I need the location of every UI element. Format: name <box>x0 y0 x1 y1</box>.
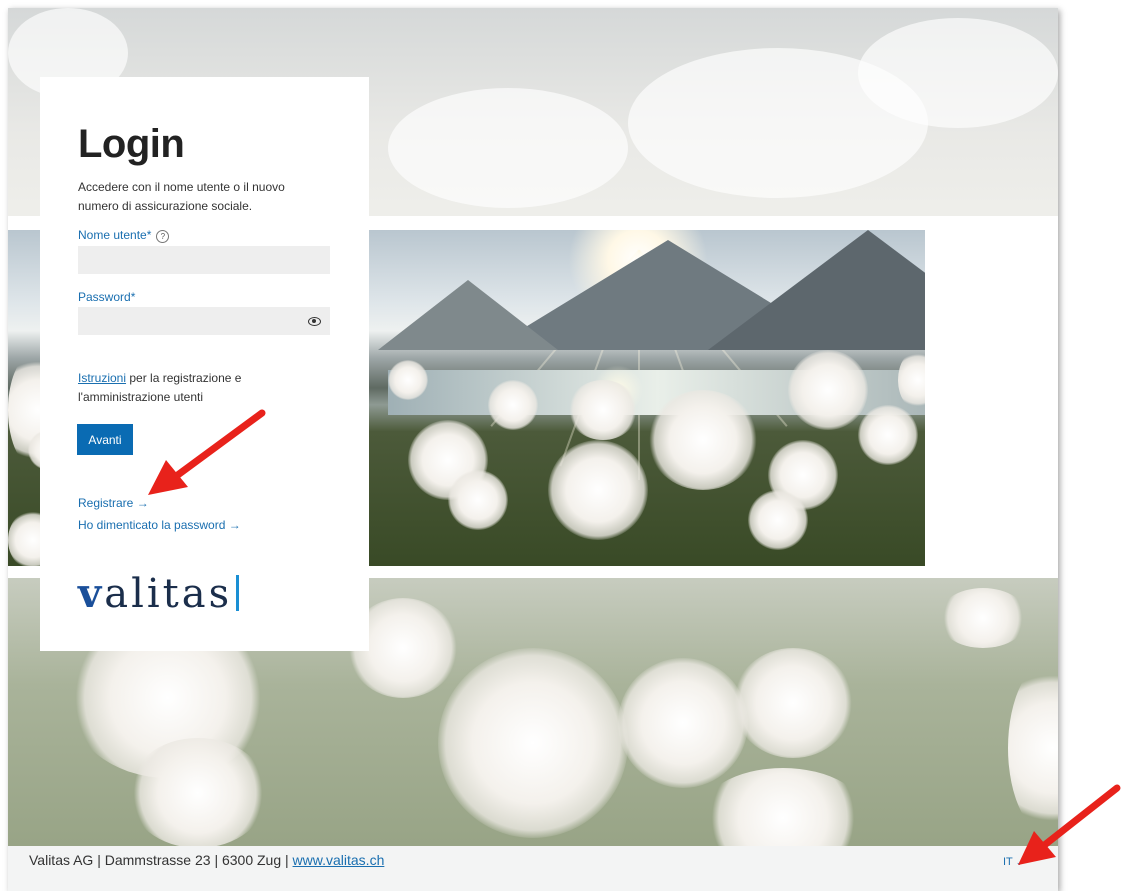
cloud <box>858 18 1058 128</box>
instructions-text: Istruzioni per la registrazione e l'ammi… <box>78 369 308 407</box>
cotton-grass-flower <box>733 648 853 758</box>
cotton-grass-flower <box>748 490 808 550</box>
username-label-text: Nome utente* <box>78 228 152 242</box>
password-toggle-button[interactable] <box>298 306 330 336</box>
cotton-grass-flower <box>128 738 268 848</box>
mountain <box>378 280 558 350</box>
logo-letter: v <box>78 570 105 617</box>
cotton-grass-flower <box>438 648 628 838</box>
cotton-grass-flower <box>648 390 758 490</box>
valitas-logo: valitas <box>78 570 240 617</box>
page-title: Login <box>78 122 185 166</box>
cotton-grass-flower <box>568 380 638 440</box>
cotton-grass-flower <box>448 470 508 530</box>
logo-bar <box>236 575 240 611</box>
cotton-grass-flower <box>938 588 1028 648</box>
login-subtitle: Accedere con il nome utente o il nuovo n… <box>78 180 285 213</box>
question-circle-icon[interactable]: ? <box>156 230 170 243</box>
annotation-arrow-register <box>148 409 266 495</box>
register-link[interactable]: Registrare → <box>78 496 149 510</box>
mountain <box>708 230 925 350</box>
eye-icon <box>307 316 321 326</box>
logo-text: alitas <box>104 571 233 617</box>
footer-address: Valitas AG | Dammstrasse 23 | 6300 Zug |… <box>29 852 384 868</box>
annotation-arrow-language <box>1018 784 1121 865</box>
footer-company: Valitas AG | Dammstrasse 23 | 6300 Zug | <box>29 852 293 868</box>
cotton-grass-flower <box>858 405 918 465</box>
username-label: Nome utente*? <box>78 228 170 243</box>
cotton-grass-flower <box>548 440 648 540</box>
cotton-grass-flower <box>788 350 868 430</box>
password-input[interactable] <box>78 307 330 335</box>
submit-button[interactable]: Avanti <box>77 424 133 455</box>
cotton-grass-flower <box>618 658 748 788</box>
forgot-password-link[interactable]: Ho dimenticato la password → <box>78 518 241 532</box>
password-label: Password* <box>78 290 136 304</box>
instructions-link[interactable]: Istruzioni <box>78 371 126 385</box>
footer-website-link[interactable]: www.valitas.ch <box>293 852 385 868</box>
cotton-grass-flower <box>488 380 538 430</box>
username-input[interactable] <box>78 246 330 274</box>
cloud <box>388 88 628 208</box>
cotton-grass-flower <box>388 360 428 400</box>
